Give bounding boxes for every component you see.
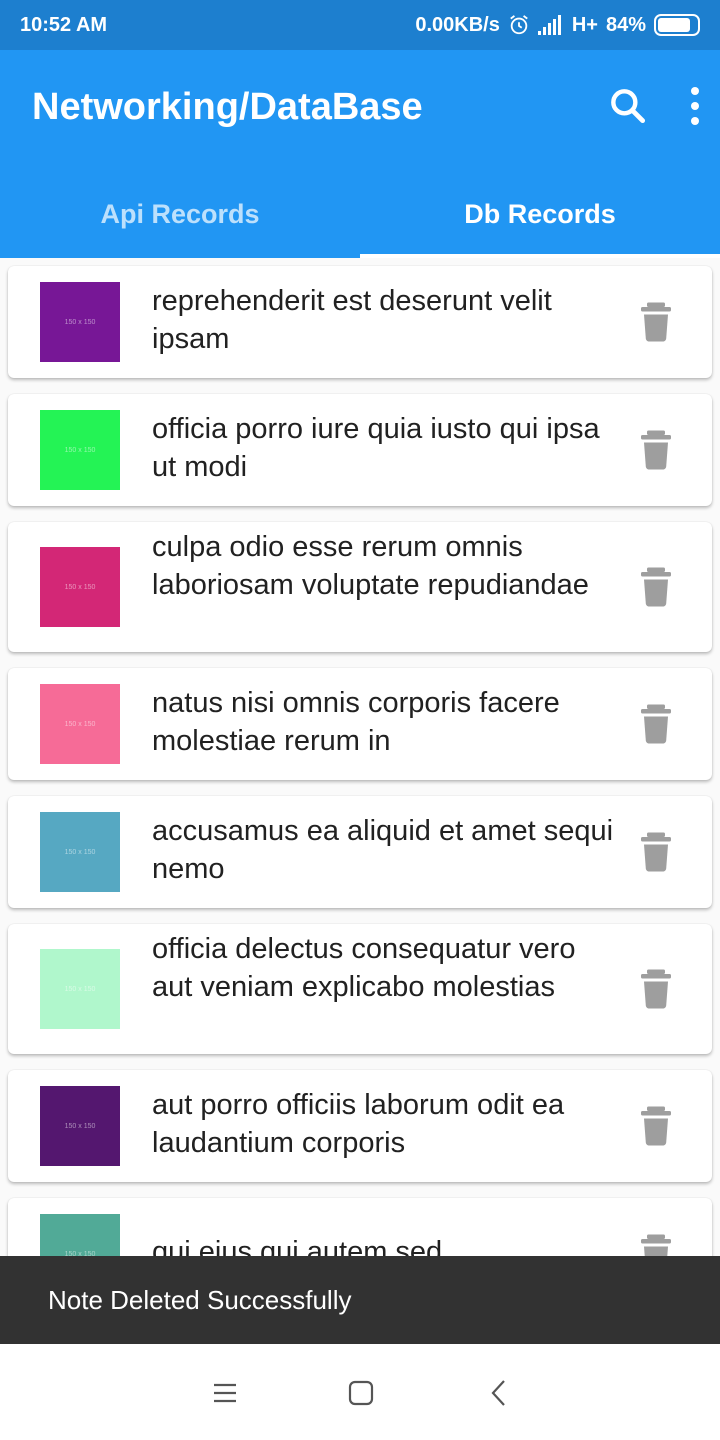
trash-icon [641,1106,671,1146]
delete-button[interactable] [638,832,674,872]
record-thumbnail: 150 x 150 [40,547,120,627]
record-title: reprehenderit est deserunt velit ipsam [152,285,552,355]
delete-button[interactable] [638,1234,674,1256]
network-type: H+ [571,13,598,36]
trash-icon [641,302,671,342]
menu-icon[interactable] [210,1378,240,1408]
record-card[interactable]: 150 x 150 officia porro iure quia iusto q… [8,394,712,506]
tab-bar: Api Records Db Records [0,170,720,258]
record-card[interactable]: 150 x 150 officia delectus consequatur ve… [8,924,712,1054]
record-thumbnail: 150 x 150 [40,282,120,362]
record-card[interactable]: 150 x 150 natus nisi omnis corporis facer… [8,668,712,780]
record-thumbnail: 150 x 150 [40,1214,120,1256]
search-icon [611,89,646,124]
system-nav-bar [0,1344,720,1440]
trash-icon [641,430,671,470]
net-speed: 0.00KB/s [415,13,500,36]
more-vert-icon-dot [691,102,699,110]
battery-percent: 84% [605,13,646,36]
status-time: 10:52 AM [20,13,108,36]
delete-button[interactable] [638,567,674,607]
record-title: officia porro iure quia iusto qui ipsa u… [152,413,600,483]
records-list[interactable]: 150 x 150 reprehenderit est deserunt veli… [0,258,720,1256]
page-title: Networking/DataBase [32,86,423,128]
thumbnail-label: 150 x 150 [64,318,96,326]
delete-button[interactable] [638,969,674,1009]
thumbnail-label: 150 x 150 [64,720,96,728]
tab-api-records[interactable]: Api Records [0,170,360,258]
record-card[interactable]: 150 x 150 aut porro officiis laborum odit… [8,1070,712,1182]
back-icon[interactable] [485,1378,515,1408]
record-card[interactable]: 150 x 150 culpa odio esse rerum omnis lab… [8,522,712,652]
record-title: accusamus ea aliquid et amet sequi nemo [152,815,614,885]
delete-button[interactable] [638,1106,674,1146]
thumbnail-label: 150 x 150 [64,848,96,856]
record-thumbnail: 150 x 150 [40,949,120,1029]
alarm-icon [510,15,528,35]
home-icon[interactable] [346,1378,376,1408]
trash-icon [641,567,671,607]
record-thumbnail: 150 x 150 [40,812,120,892]
record-card[interactable]: 150 x 150 reprehenderit est deserunt veli… [8,266,712,378]
record-thumbnail: 150 x 150 [40,684,120,764]
thumbnail-label: 150 x 150 [64,1122,96,1130]
record-thumbnail: 150 x 150 [40,1086,120,1166]
record-title: natus nisi omnis corporis facere molesti… [152,687,560,757]
record-title: aut porro officiis laborum odit ea lauda… [152,1089,565,1159]
thumbnail-label: 150 x 150 [64,446,96,454]
delete-button[interactable] [638,302,674,342]
signal-icon [537,15,561,35]
battery-level [658,18,690,32]
more-options-button[interactable] [680,84,710,128]
status-bar: 10:52 AM 0.00KB/s H+ 84% [0,0,720,50]
snackbar: Note Deleted Successfully [0,1256,720,1344]
tab-db-records[interactable]: Db Records [360,170,720,258]
record-card[interactable]: 150 x 150 accusamus ea aliquid et amet se… [8,796,712,908]
search-button[interactable] [606,84,650,128]
battery-icon [654,14,700,36]
more-vert-icon-dot [691,87,699,95]
record-title: culpa odio esse rerum omnis laboriosam v… [152,531,589,601]
delete-button[interactable] [638,704,674,744]
record-thumbnail: 150 x 150 [40,410,120,490]
record-card[interactable]: 150 x 150 qui eius qui autem sed [8,1198,712,1256]
trash-icon [641,1234,671,1256]
snackbar-message: Note Deleted Successfully [48,1284,352,1315]
record-title: officia delectus consequatur vero aut ve… [152,933,576,1003]
status-indicators: 0.00KB/s H+ 84% [415,14,700,37]
trash-icon [641,704,671,744]
thumbnail-label: 150 x 150 [64,985,96,993]
more-vert-icon-dot [691,117,699,125]
trash-icon [641,832,671,872]
delete-button[interactable] [638,430,674,470]
record-title: qui eius qui autem sed [152,1236,443,1256]
app-bar: Networking/DataBase Api Records Db Recor… [0,50,720,258]
thumbnail-label: 150 x 150 [64,583,96,591]
trash-icon [641,969,671,1009]
